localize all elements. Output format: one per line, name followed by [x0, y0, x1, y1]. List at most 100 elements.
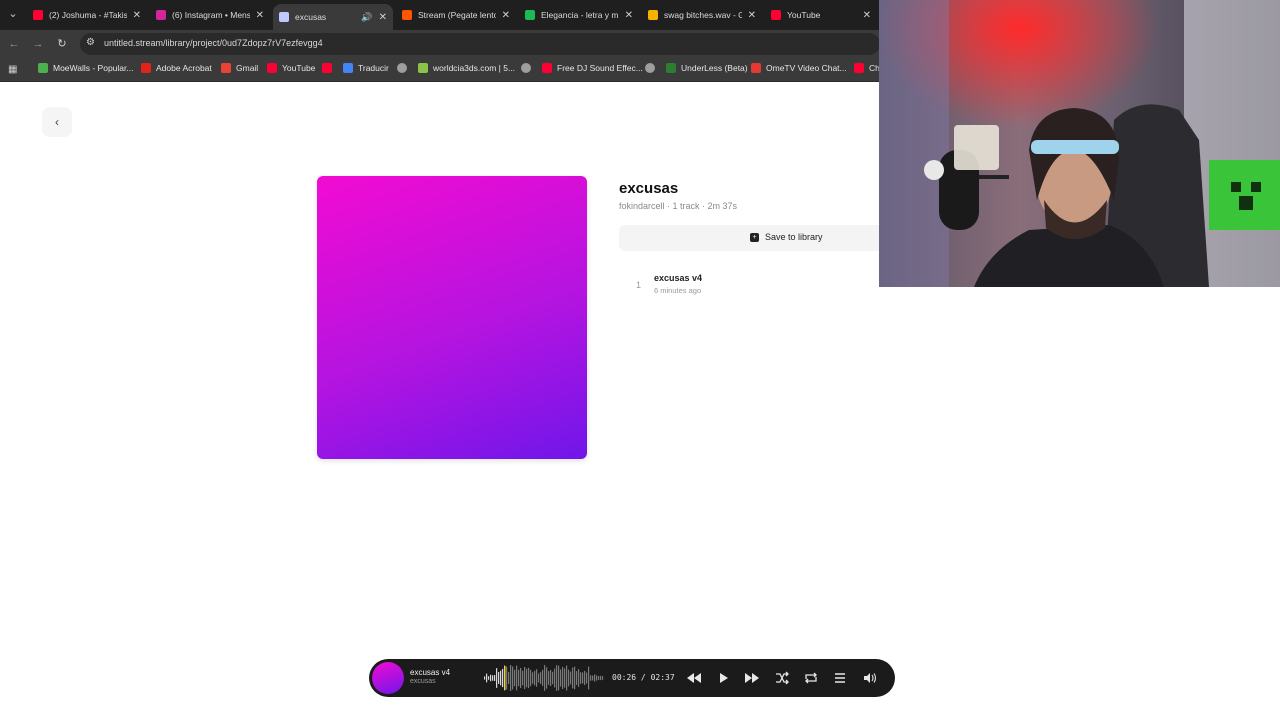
repeat-icon[interactable] — [802, 669, 820, 687]
bookmark-item[interactable]: Ch — [854, 63, 880, 73]
shuffle-icon[interactable] — [773, 669, 791, 687]
fast-forward-icon[interactable] — [743, 669, 761, 687]
bookmark-label: Adobe Acrobat — [156, 63, 212, 73]
project-title: excusas — [619, 180, 679, 197]
rewind-icon[interactable] — [685, 669, 703, 687]
track-row[interactable]: 1 excusas v4 6 minutes ago — [619, 267, 879, 301]
tab-close-icon[interactable]: ✕ — [863, 10, 871, 21]
waveform-bar — [566, 665, 568, 691]
waveform-bar — [562, 666, 564, 690]
tab-search-chevron-icon[interactable]: ⌄ — [4, 5, 22, 23]
volume-icon[interactable] — [861, 669, 879, 687]
bookmark-item[interactable] — [322, 63, 337, 73]
tab-close-icon[interactable]: ✕ — [502, 10, 510, 21]
waveform-bar — [592, 675, 594, 681]
waveform-scrubber[interactable] — [484, 665, 604, 691]
tab-close-icon[interactable]: ✕ — [256, 10, 264, 21]
waveform-bar — [538, 673, 540, 683]
waveform-bar — [512, 666, 514, 690]
queue-icon[interactable] — [831, 669, 849, 687]
waveform-bar — [502, 668, 504, 688]
playhead-marker[interactable] — [504, 666, 506, 690]
browser-tab[interactable]: Elegancia - letra y m ✕ — [519, 4, 639, 26]
waveform-bar — [496, 668, 498, 688]
underless-icon — [666, 63, 676, 73]
tab-title: (2) Joshuma - #Takist — [49, 10, 127, 20]
bookmark-label: Free DJ Sound Effec... — [557, 63, 643, 73]
waveform-bar — [564, 668, 566, 688]
url-text: untitled.stream/library/project/0ud7Zdop… — [104, 38, 323, 48]
browser-tab[interactable]: swag bitches.wav - G ✕ — [642, 4, 762, 26]
track-timestamp: 6 minutes ago — [654, 286, 702, 295]
waveform-bar — [542, 669, 544, 687]
globe-icon — [397, 63, 407, 73]
bookmark-item[interactable]: Adobe Acrobat — [141, 63, 212, 73]
waveform-bar — [582, 672, 584, 684]
spotify-icon — [525, 10, 535, 20]
tab-close-icon[interactable]: ✕ — [133, 10, 141, 21]
bookmark-item[interactable]: MoeWalls - Popular... — [38, 63, 133, 73]
address-bar[interactable]: ⚙ untitled.stream/library/project/0ud7Zd… — [80, 33, 880, 55]
bookmark-item[interactable]: Traducir — [343, 63, 389, 73]
tab-close-icon[interactable]: ✕ — [379, 12, 387, 23]
browser-tab[interactable]: YouTube ✕ — [765, 4, 877, 26]
reload-icon[interactable]: ↻ — [54, 36, 70, 52]
youtube-icon — [854, 63, 864, 73]
player-time-display: 00:26 / 02:37 — [612, 673, 675, 682]
bookmark-item[interactable]: Gmail — [221, 63, 258, 73]
browser-tab[interactable]: excusas 🔊 ✕ — [273, 4, 393, 30]
track-number: 1 — [636, 280, 642, 290]
bookmark-label: UnderLess (Beta) — [681, 63, 748, 73]
waveform-bar — [522, 670, 524, 686]
ometv-icon — [751, 63, 761, 73]
waveform-bar — [590, 675, 592, 681]
site-info-icon[interactable]: ⚙ — [86, 37, 95, 48]
back-button[interactable]: ‹ — [42, 107, 72, 137]
waveform-bar — [484, 676, 486, 680]
youtube-icon — [267, 63, 277, 73]
waveform-bar — [488, 676, 490, 680]
waveform-bar — [524, 667, 526, 689]
bookmark-item[interactable]: Free DJ Sound Effec... — [542, 63, 643, 73]
moewalls-icon — [38, 63, 48, 73]
translate-icon — [343, 63, 353, 73]
webcam-overlay — [879, 0, 1280, 287]
forward-arrow-icon[interactable]: → — [30, 36, 46, 52]
bookmark-label: Traducir — [358, 63, 389, 73]
waveform-bar — [568, 669, 570, 687]
waveform-bar — [546, 667, 548, 689]
browser-tab[interactable]: (2) Joshuma - #Takist ✕ — [27, 4, 147, 26]
tab-audio-icon[interactable]: 🔊 — [361, 12, 372, 23]
waveform-bar — [518, 669, 520, 687]
browser-tab[interactable]: Stream (Pegate lento ✕ — [396, 4, 516, 26]
tab-close-icon[interactable]: ✕ — [748, 10, 756, 21]
waveform-bar — [558, 665, 560, 691]
waveform-bar — [526, 668, 528, 688]
waveform-bar — [492, 675, 494, 681]
waveform-bar — [548, 671, 550, 685]
player-cover-art — [372, 662, 404, 694]
bookmark-item[interactable]: OmeTV Video Chat... — [751, 63, 847, 73]
project-cover-art — [317, 176, 587, 459]
waveform-bar — [486, 673, 488, 683]
waveform-bar — [490, 674, 492, 682]
bookmark-item[interactable]: UnderLess (Beta) — [666, 63, 748, 73]
bookmark-item[interactable] — [397, 63, 412, 73]
bookmark-item[interactable]: worldcia3ds.com | 5... — [418, 63, 515, 73]
bookmark-label: Gmail — [236, 63, 259, 73]
waveform-bar — [556, 665, 558, 691]
play-icon[interactable] — [714, 669, 732, 687]
apps-grid-icon[interactable]: ▦ — [8, 64, 17, 75]
back-arrow-icon[interactable]: ← — [6, 36, 22, 52]
waveform-bar — [572, 667, 574, 689]
waveform-bar — [540, 672, 542, 684]
waveform-bar — [508, 671, 510, 685]
bookmark-item[interactable] — [521, 63, 536, 73]
waveform-bar — [602, 676, 604, 680]
waveform-bar — [596, 675, 598, 681]
waveform-bar — [516, 665, 518, 691]
bookmark-item[interactable] — [645, 63, 660, 73]
tab-close-icon[interactable]: ✕ — [625, 10, 633, 21]
bookmark-item[interactable]: YouTube — [267, 63, 315, 73]
browser-tab[interactable]: (6) Instagram • Mens ✕ — [150, 4, 270, 26]
